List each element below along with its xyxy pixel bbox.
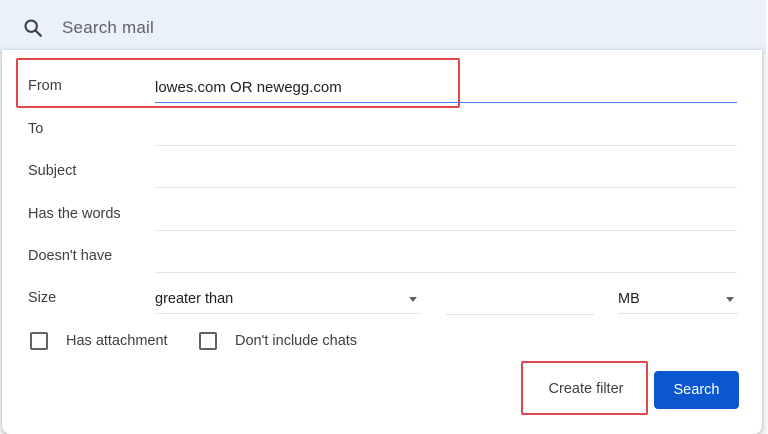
from-row: From [2, 70, 762, 106]
has-attachment-label: Has attachment [66, 333, 168, 349]
search-placeholder[interactable]: Search mail [62, 18, 154, 38]
subject-field[interactable] [155, 157, 737, 188]
from-label: From [28, 78, 62, 94]
size-unit-value: MB [618, 291, 640, 307]
gmail-advanced-search: Search mail From To Subject Has the word… [0, 0, 768, 434]
search-bar[interactable]: Search mail [0, 0, 766, 54]
doesnt-have-row: Doesn't have [2, 240, 762, 276]
size-operator-select[interactable]: greater than [155, 284, 421, 314]
checkbox-row: Has attachment Don't include chats [2, 329, 762, 353]
chevron-down-icon [726, 297, 734, 302]
doesnt-have-label: Doesn't have [28, 248, 113, 264]
search-icon[interactable] [22, 17, 44, 39]
to-label: To [28, 121, 44, 137]
subject-row: Subject [2, 155, 762, 191]
doesnt-have-field[interactable] [155, 242, 737, 273]
checkbox-icon[interactable] [30, 332, 48, 350]
dont-include-chats-label: Don't include chats [235, 333, 358, 349]
checkbox-icon[interactable] [199, 332, 217, 350]
create-filter-button[interactable]: Create filter [525, 363, 647, 415]
size-unit-select[interactable]: MB [618, 284, 738, 314]
has-words-field[interactable] [155, 200, 737, 231]
has-attachment-checkbox[interactable]: Has attachment [30, 329, 168, 353]
advanced-search-panel: From To Subject Has the words Doesn't ha… [2, 50, 762, 434]
size-operator-value: greater than [155, 291, 234, 307]
chevron-down-icon [409, 297, 417, 302]
subject-label: Subject [28, 163, 77, 179]
search-button[interactable]: Search [654, 371, 739, 409]
has-words-row: Has the words [2, 198, 762, 234]
dont-include-chats-checkbox[interactable]: Don't include chats [199, 329, 357, 353]
to-row: To [2, 113, 762, 149]
to-field[interactable] [155, 115, 737, 146]
has-words-label: Has the words [28, 206, 121, 222]
size-row: Size greater than MB [2, 282, 762, 318]
from-field[interactable] [155, 72, 737, 103]
size-label: Size [28, 290, 57, 306]
size-value-field[interactable] [446, 284, 594, 315]
